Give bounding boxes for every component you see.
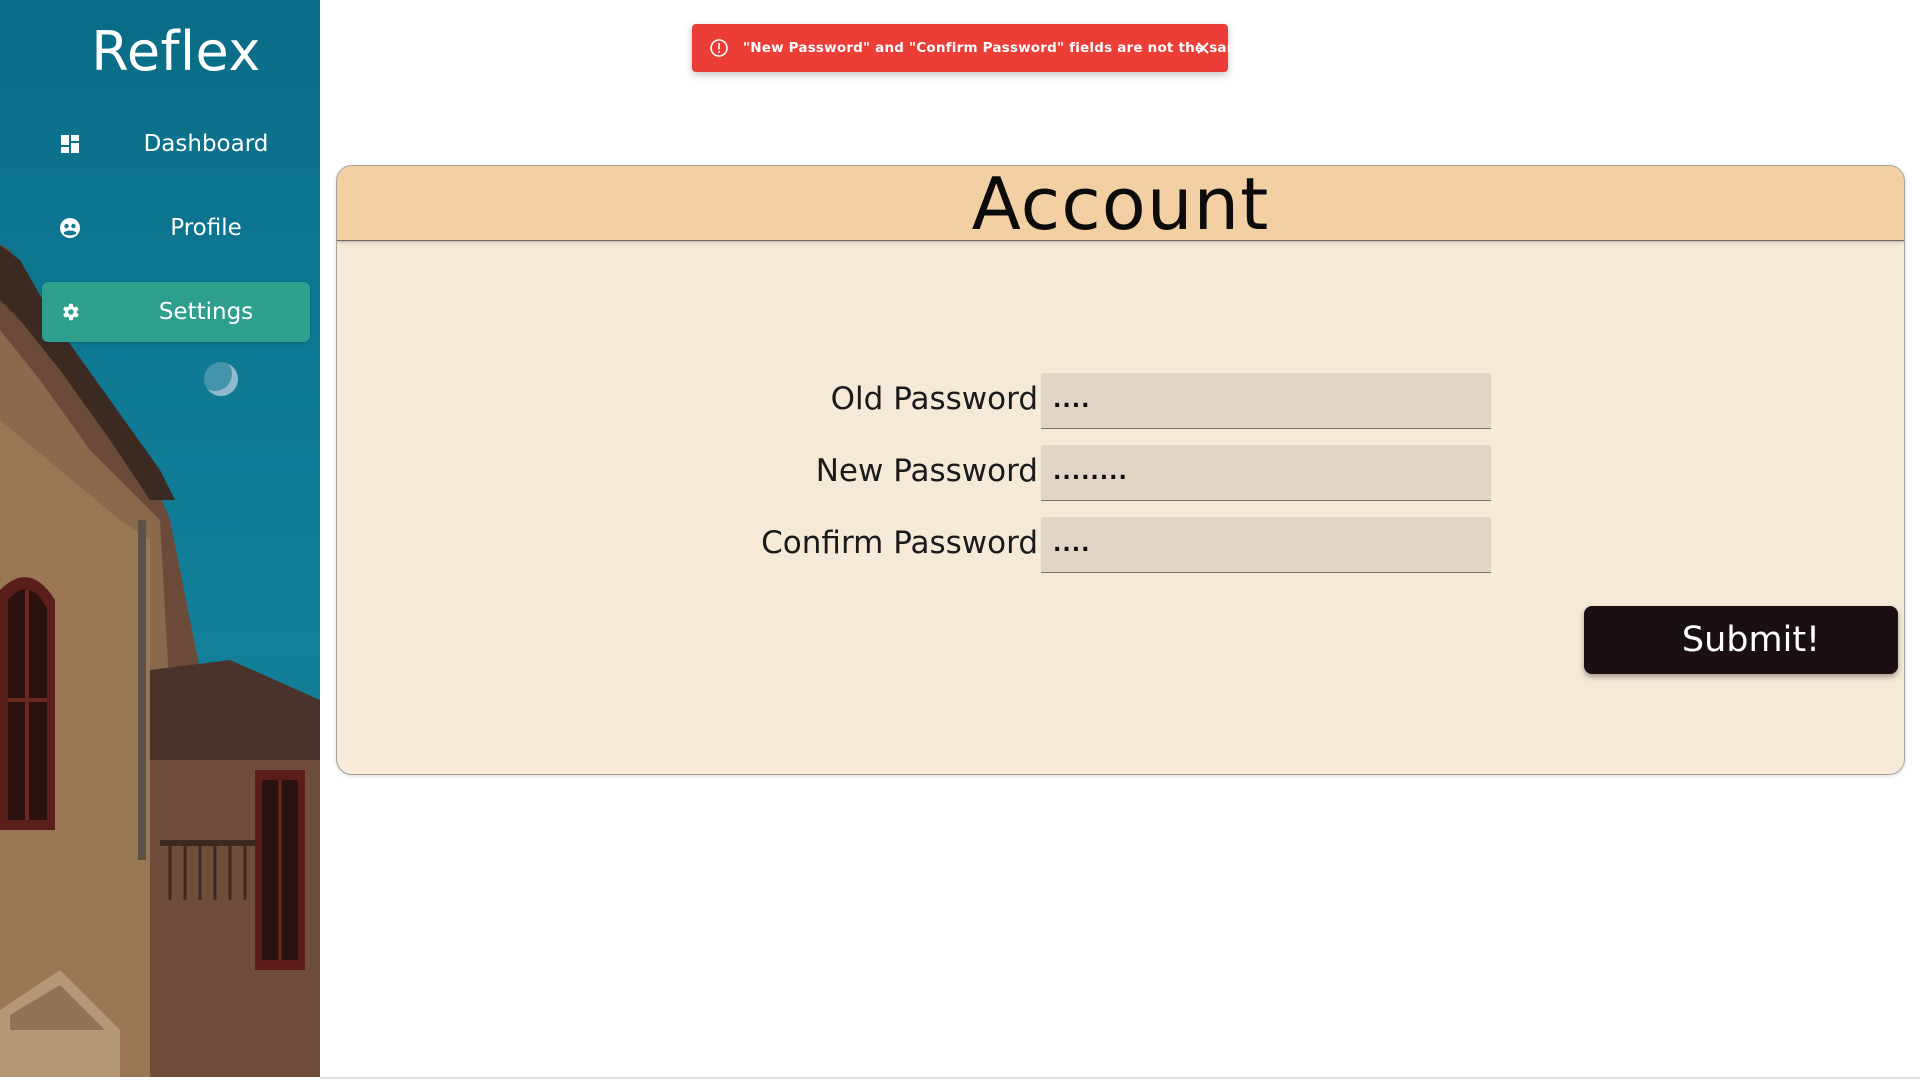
confirm-password-field[interactable]: .... (1041, 517, 1491, 573)
confirm-password-label: Confirm Password (761, 525, 1038, 561)
sidebar: Reflex Dashboard Profile Settings (0, 0, 320, 1077)
close-icon[interactable] (1192, 37, 1214, 59)
submit-button[interactable]: Submit! (1584, 606, 1898, 674)
brand-title[interactable]: Reflex (0, 20, 320, 83)
old-password-label: Old Password (830, 381, 1038, 417)
alert-circle-icon (709, 38, 729, 58)
sidebar-item-settings[interactable]: Settings (42, 282, 310, 342)
dashboard-icon (59, 133, 81, 155)
new-password-field[interactable]: ........ (1041, 445, 1491, 501)
sidebar-item-dashboard[interactable]: Dashboard (42, 114, 310, 174)
sidebar-nav: Dashboard Profile Settings (42, 114, 310, 366)
sidebar-item-label: Dashboard (143, 131, 269, 157)
new-password-label: New Password (815, 453, 1038, 489)
card-header: Account (337, 166, 1904, 246)
gear-icon (59, 301, 81, 323)
account-card: Account Old Password .... New Password .… (336, 165, 1905, 775)
toast-message: "New Password" and "Confirm Password" fi… (743, 40, 1251, 56)
page-title: Account (971, 165, 1270, 246)
sidebar-item-label: Profile (170, 215, 242, 241)
page-bottom-border (320, 1077, 1920, 1079)
profile-icon (59, 217, 81, 239)
old-password-field[interactable]: .... (1041, 373, 1491, 429)
error-toast: "New Password" and "Confirm Password" fi… (692, 24, 1250, 72)
sidebar-item-profile[interactable]: Profile (42, 198, 310, 258)
sidebar-item-label: Settings (158, 299, 254, 325)
